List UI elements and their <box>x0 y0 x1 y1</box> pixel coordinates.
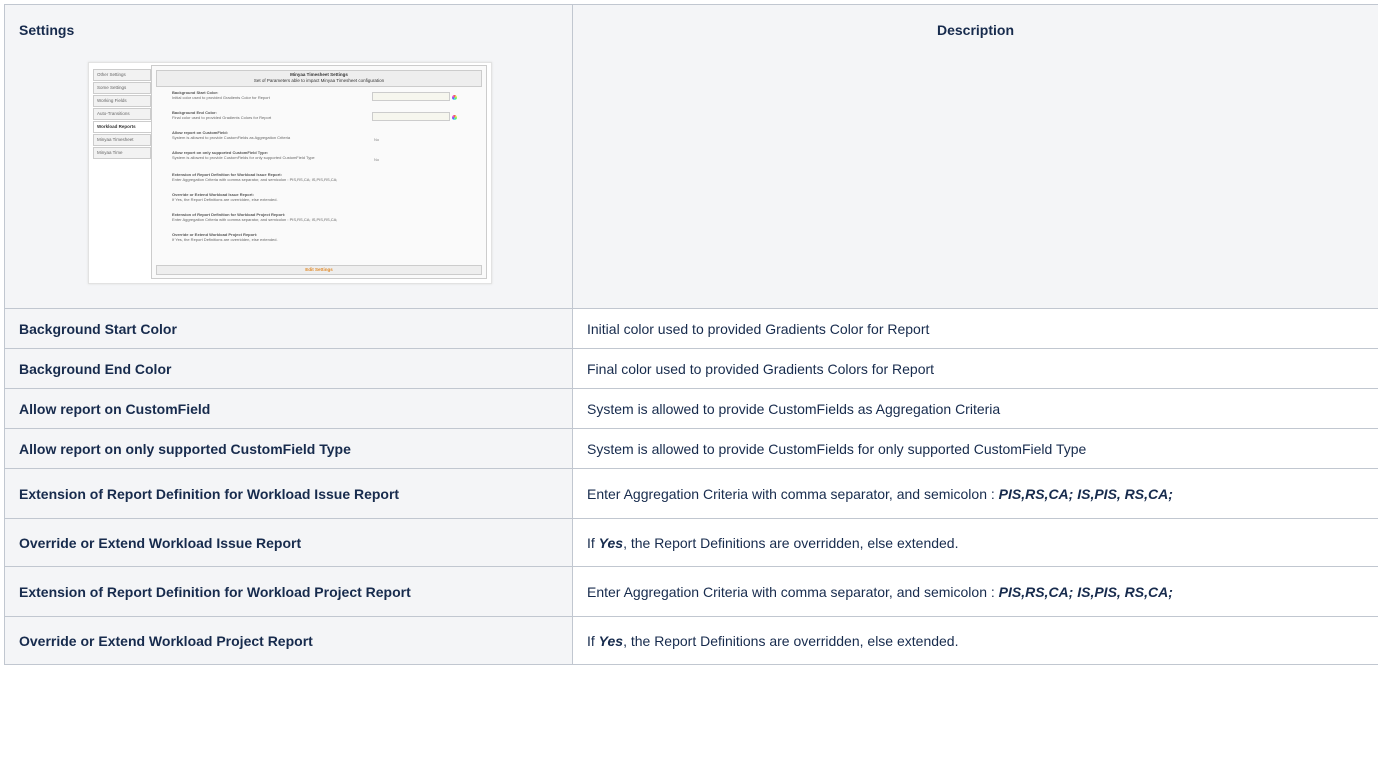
table-row: Override or Extend Workload Project Repo… <box>4 616 1378 665</box>
description-text: If <box>587 534 599 551</box>
setting-description: If Yes, the Report Definitions are overr… <box>572 616 1378 665</box>
thumbnail-nav-item: Minyaa Time <box>93 147 151 159</box>
setting-description: System is allowed to provide CustomField… <box>572 388 1378 429</box>
setting-label: Background End Color <box>4 348 573 389</box>
thumbnail-item: Allow report on CustomField: System is al… <box>172 130 290 140</box>
setting-description: Enter Aggregation Criteria with comma se… <box>572 566 1378 617</box>
thumbnail-item-value: No <box>374 157 380 162</box>
thumbnail-nav-item: Other Settings <box>93 69 151 81</box>
description-emphasis: PIS,RS,CA; IS,PIS, RS,CA; <box>998 485 1173 502</box>
setting-label: Allow report on only supported CustomFie… <box>4 428 573 469</box>
setting-label: Override or Extend Workload Project Repo… <box>4 616 573 665</box>
thumbnail-item: Extension of Report Definition for Workl… <box>172 212 337 222</box>
thumbnail-item: Allow report on only supported CustomFie… <box>172 150 315 160</box>
table-row: Allow report on only supported CustomFie… <box>4 428 1378 469</box>
thumbnail-color-input <box>372 112 450 121</box>
description-emphasis: PIS,RS,CA; IS,PIS, RS,CA; <box>998 583 1173 600</box>
thumbnail-item-desc: If Yes, the Report Definitions are overr… <box>172 237 278 242</box>
settings-header: Settings <box>19 22 75 38</box>
thumbnail-item: Extension of Report Definition for Workl… <box>172 172 337 182</box>
table-row: Allow report on CustomField System is al… <box>4 388 1378 429</box>
thumbnail-item-desc: Final color used to provided Gradients C… <box>172 115 272 120</box>
description-text: Enter Aggregation Criteria with comma se… <box>587 583 999 600</box>
thumbnail-item-desc: Initial color used to provided Gradients… <box>172 95 270 100</box>
thumbnail-nav-item: Minyaa Timesheet <box>93 134 151 146</box>
setting-label: Allow report on CustomField <box>4 388 573 429</box>
setting-description: System is allowed to provide CustomField… <box>572 428 1378 469</box>
description-emphasis: Yes <box>598 632 624 649</box>
table-row: Background End Color Final color used to… <box>4 348 1378 389</box>
color-picker-icon <box>452 95 457 100</box>
settings-header-cell: Settings Other Settings Some Settings Wo… <box>4 4 573 309</box>
settings-screenshot-thumbnail: Other Settings Some Settings Working Fie… <box>88 62 492 284</box>
thumbnail-item-desc: Enter Aggregation Criteria with comma se… <box>172 177 338 182</box>
setting-label: Background Start Color <box>4 308 573 349</box>
setting-description: Initial color used to provided Gradients… <box>572 308 1378 349</box>
thumbnail-nav: Other Settings Some Settings Working Fie… <box>93 69 155 160</box>
setting-description: Enter Aggregation Criteria with comma se… <box>572 468 1378 519</box>
thumbnail-item-value: No <box>374 137 380 142</box>
description-emphasis: Yes <box>598 534 624 551</box>
thumbnail-item-desc: System is allowed to provide CustomField… <box>172 135 291 140</box>
thumbnail-nav-item: Working Fields <box>93 95 151 107</box>
table-row: Extension of Report Definition for Workl… <box>4 468 1378 519</box>
thumbnail-item: Override or Extend Workload Issue Report… <box>172 192 278 202</box>
thumbnail-panel-header: Minyaa Timesheet Settings Set of Paramet… <box>156 70 482 87</box>
setting-description: If Yes, the Report Definitions are overr… <box>572 518 1378 567</box>
setting-label: Extension of Report Definition for Workl… <box>4 566 573 617</box>
setting-label: Override or Extend Workload Issue Report <box>4 518 573 567</box>
table-header-row: Settings Other Settings Some Settings Wo… <box>4 4 1378 309</box>
thumbnail-item: Background Start Color: Initial color use… <box>172 90 270 100</box>
thumbnail-panel: Minyaa Timesheet Settings Set of Paramet… <box>151 65 487 279</box>
thumbnail-nav-item-active: Workload Reports <box>93 121 155 133</box>
setting-description: Final color used to provided Gradients C… <box>572 348 1378 389</box>
thumbnail-item-desc: If Yes, the Report Definitions are overr… <box>172 197 278 202</box>
thumbnail-item: Background End Color: Final color used to… <box>172 110 271 120</box>
thumbnail-item-desc: System is allowed to provide CustomField… <box>172 155 315 160</box>
setting-label: Extension of Report Definition for Workl… <box>4 468 573 519</box>
thumbnail-color-input <box>372 92 450 101</box>
thumbnail-nav-item: Some Settings <box>93 82 151 94</box>
table-row: Extension of Report Definition for Workl… <box>4 566 1378 617</box>
thumbnail-item: Override or Extend Workload Project Repo… <box>172 232 278 242</box>
color-picker-icon <box>452 115 457 120</box>
settings-table: Settings Other Settings Some Settings Wo… <box>4 4 1378 665</box>
description-text: If <box>587 632 599 649</box>
description-header-cell: Description <box>572 4 1378 309</box>
description-text: Enter Aggregation Criteria with comma se… <box>587 485 999 502</box>
description-text: , the Report Definitions are overridden,… <box>623 534 959 551</box>
table-row: Background Start Color Initial color use… <box>4 308 1378 349</box>
description-text: , the Report Definitions are overridden,… <box>623 632 959 649</box>
thumbnail-item-desc: Enter Aggregation Criteria with comma se… <box>172 217 338 222</box>
thumbnail-panel-subtitle: Set of Parameters able to impact Minyaa … <box>253 78 385 83</box>
table-row: Override or Extend Workload Issue Report… <box>4 518 1378 567</box>
thumbnail-edit-settings-button: Edit Settings <box>156 265 482 275</box>
thumbnail-nav-item: Auto-Transitions <box>93 108 151 120</box>
description-header: Description <box>936 22 1014 38</box>
